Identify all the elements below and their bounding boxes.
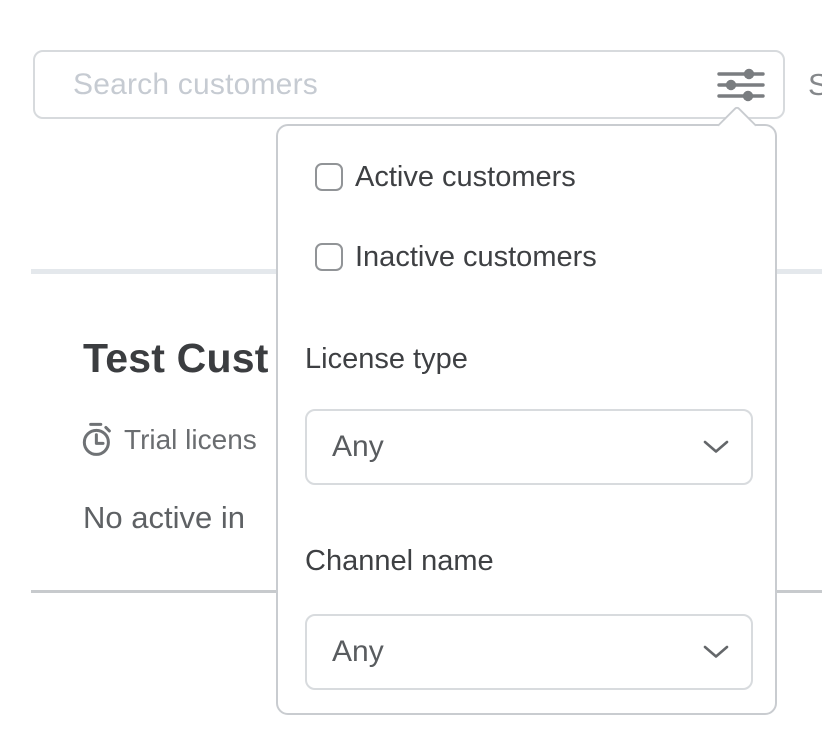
filter-button[interactable]	[715, 63, 767, 107]
active-customers-checkbox[interactable]	[315, 163, 343, 191]
chevron-down-icon	[703, 645, 729, 659]
checkbox-label: Inactive customers	[355, 243, 597, 272]
chevron-down-icon	[703, 440, 729, 454]
checkbox-row-active-customers[interactable]: Active customers	[315, 162, 576, 192]
license-type-value: Any	[332, 430, 384, 464]
license-type-label: License type	[305, 339, 468, 379]
status-text: No active in	[83, 500, 245, 536]
checkbox-label: Active customers	[355, 163, 576, 192]
sliders-icon	[717, 67, 765, 103]
customers-page: Search customers S Te	[0, 0, 822, 756]
timer-icon	[78, 420, 116, 460]
filter-popover: Active customers Inactive customers Lice…	[276, 124, 777, 715]
search-placeholder: Search customers	[73, 52, 318, 117]
partial-right-text: S	[808, 50, 822, 119]
checkbox-row-inactive-customers[interactable]: Inactive customers	[315, 242, 597, 272]
customer-title: Test Cust	[83, 335, 269, 382]
search-input[interactable]: Search customers	[33, 50, 785, 119]
inactive-customers-checkbox[interactable]	[315, 243, 343, 271]
channel-name-label: Channel name	[305, 541, 494, 581]
channel-name-value: Any	[332, 635, 384, 669]
license-type-select[interactable]: Any	[305, 409, 753, 485]
license-row: Trial licens	[78, 421, 257, 459]
channel-name-select[interactable]: Any	[305, 614, 753, 690]
license-text: Trial licens	[124, 424, 257, 456]
